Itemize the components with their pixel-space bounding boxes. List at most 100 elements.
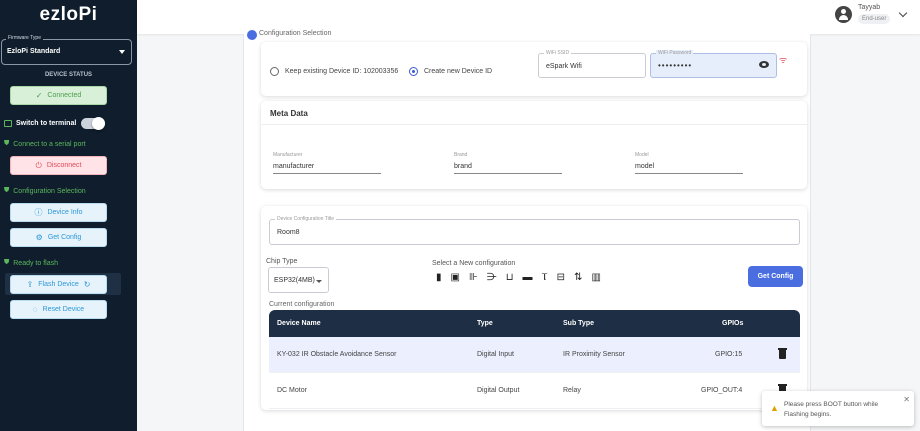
current-config-label: Current configuration: [269, 301, 335, 308]
new-config-label: Select a New configuration: [432, 260, 516, 267]
shield-check-icon: ⛊: [4, 259, 10, 266]
connect-serial-label: Connect to a serial port: [13, 140, 86, 148]
step-indicator-icon: [247, 30, 257, 40]
pwm-icon[interactable]: ⊔: [506, 272, 514, 283]
ready-flash-label: Ready to flash: [13, 259, 58, 267]
trash-icon[interactable]: [778, 348, 787, 359]
row-type: Digital Output: [477, 387, 520, 394]
spi-icon[interactable]: ⇅: [574, 272, 582, 283]
table-row[interactable]: KY-032 IR Obstacle Avoidance Sensor Digi…: [269, 337, 800, 373]
col-device-name: Device Name: [277, 320, 321, 327]
device-info-label: Device Info: [47, 209, 83, 216]
wifi-ssid-value: eSpark Wifi: [546, 63, 582, 70]
toggle-knob: [92, 117, 106, 130]
step-ready-to-flash: ⛊ Ready to flash: [4, 259, 58, 267]
get-config-sidebar-button[interactable]: ⚙ Get Config: [10, 228, 107, 247]
device-config-title-field[interactable]: Device Configuration Title Room8: [269, 216, 800, 245]
connected-label: Connected: [47, 92, 82, 99]
device-config-title-value: Room8: [277, 229, 300, 236]
close-icon[interactable]: ✕: [903, 395, 910, 404]
row-sub-type: Relay: [563, 387, 581, 394]
chip-type-label: Chip Type: [266, 258, 298, 265]
connected-button[interactable]: ✓ Connected: [10, 86, 107, 105]
chip-type-select[interactable]: ESP32(4MB): [268, 267, 329, 293]
warning-icon: ▲: [770, 403, 779, 413]
config-selection-label: Configuration Selection: [13, 187, 86, 195]
ezlopi-logo: ezloPi: [39, 4, 98, 25]
sidebar: ezloPi Firmware Type EzloPi Standard DEV…: [0, 0, 137, 431]
col-type: Type: [477, 320, 493, 327]
analog-input-icon[interactable]: ⊪: [469, 272, 478, 283]
terminal-toggle[interactable]: [81, 117, 106, 130]
config-table: Device Name Type Sub Type GPIOs KY-032 I…: [269, 310, 800, 409]
uart-icon[interactable]: ▬: [523, 272, 533, 283]
device-info-button[interactable]: ⓘ Device Info: [10, 203, 107, 222]
device-config-title-label: Device Configuration Title: [275, 216, 336, 222]
shield-check-icon: ⛊: [4, 140, 10, 147]
disconnect-button[interactable]: ⏻ Disconnect: [10, 156, 107, 175]
chevron-down-icon: [119, 50, 125, 54]
keep-device-id-radio[interactable]: [270, 67, 279, 76]
digital-input-icon[interactable]: ▣: [451, 272, 460, 283]
row-device-name: KY-032 IR Obstacle Avoidance Sensor: [277, 351, 397, 358]
shield-check-icon: ⛊: [4, 187, 10, 194]
step-connect-serial: ⛊ Connect to a serial port: [4, 140, 86, 148]
switch-terminal-label: Switch to terminal: [16, 120, 77, 127]
user-name: Tayyab: [858, 4, 881, 11]
wifi-password-field[interactable]: WiFi Password •••••••••: [650, 50, 777, 78]
upload-icon: ⇪: [26, 280, 34, 289]
flash-device-button[interactable]: ⇪ Flash Device ↻: [10, 275, 107, 294]
firmware-type-label: Firmware Type: [6, 35, 43, 41]
brand-label: Brand: [454, 152, 468, 158]
wifi-ssid-label: WiFi SSID: [544, 50, 572, 56]
analog-output-icon[interactable]: ⋺: [487, 272, 497, 283]
step-title: Configuration Selection: [259, 30, 332, 37]
table-row[interactable]: DC Motor Digital Output Relay GPIO_OUT:4: [269, 373, 800, 409]
model-label: Model: [635, 152, 649, 158]
get-config-button[interactable]: Get Config: [748, 266, 803, 287]
manufacturer-value: manufacturer: [273, 163, 315, 170]
meta-data-card: [261, 101, 807, 189]
other-icon[interactable]: ▥: [591, 272, 600, 283]
reset-device-button[interactable]: ◌ Reset Device: [10, 300, 107, 319]
brand-field[interactable]: Brand brand: [454, 152, 562, 174]
toast-message: Please press BOOT button while Flashing …: [784, 401, 879, 418]
row-gpio: GPIO:15: [715, 351, 743, 358]
row-device-name: DC Motor: [277, 387, 307, 394]
digital-output-icon[interactable]: ▮: [436, 272, 442, 283]
manufacturer-field[interactable]: Manufacturer manufacturer: [273, 152, 381, 174]
onewire-icon[interactable]: Ⲧ: [542, 272, 548, 283]
terminal-icon: [4, 120, 12, 127]
model-field[interactable]: Model model: [635, 152, 743, 174]
firmware-type-value: EzloPi Standard: [7, 48, 61, 55]
reset-device-label: Reset Device: [42, 306, 85, 313]
flash-device-label: Flash Device: [38, 281, 79, 288]
spinner-icon: ↻: [83, 280, 91, 289]
row-sub-type: IR Proximity Sensor: [563, 351, 625, 358]
chip-type-value: ESP32(4MB): [274, 277, 315, 284]
i2c-icon[interactable]: ⊟: [557, 272, 565, 283]
wifi-password-value: •••••••••: [658, 61, 693, 70]
divider: [261, 124, 807, 125]
firmware-type-select[interactable]: Firmware Type EzloPi Standard: [1, 35, 132, 65]
col-sub-type: Sub Type: [563, 320, 594, 327]
disconnect-label: Disconnect: [46, 162, 82, 169]
manufacturer-label: Manufacturer: [273, 152, 303, 158]
row-type: Digital Input: [477, 351, 514, 358]
wifi-ssid-field[interactable]: WiFi SSID eSpark Wifi: [538, 50, 646, 78]
switch-terminal-row: Switch to terminal: [4, 117, 106, 130]
boot-toast: ▲ Please press BOOT button while Flashin…: [762, 391, 914, 426]
wifi-password-label: WiFi Password: [656, 50, 694, 56]
step-configuration-selection: ⛊ Configuration Selection: [4, 187, 86, 195]
create-device-id-radio[interactable]: [409, 67, 418, 76]
wifi-off-icon: ᯤ: [779, 55, 788, 65]
user-role-badge: End-user: [858, 14, 891, 24]
brand-value: brand: [454, 163, 472, 170]
check-circle-icon: ✓: [35, 91, 43, 100]
model-value: model: [635, 163, 655, 170]
eye-icon[interactable]: [759, 61, 769, 68]
keep-device-id-label: Keep existing Device ID: 102003356: [285, 68, 399, 75]
gear-icon: ⚙: [35, 233, 43, 242]
user-avatar-icon[interactable]: [835, 6, 852, 23]
table-header: Device Name Type Sub Type GPIOs: [269, 310, 800, 337]
